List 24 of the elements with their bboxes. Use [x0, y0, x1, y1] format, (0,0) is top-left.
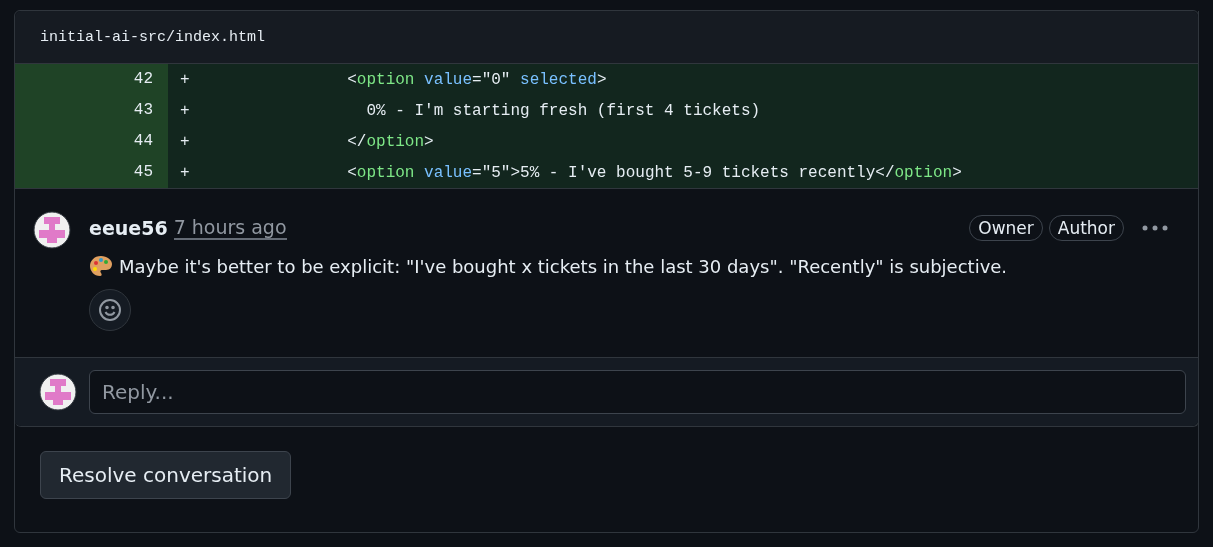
comment-body: Maybe it's better to be explicit: "I've bought x tickets in the last 30 days". "Recently" is subjective. — [119, 255, 1008, 277]
code-line: <option value="5">5% - I've bought 5-9 tickets recently</option> — [346, 163, 962, 182]
reply-field[interactable]: Reply... — [89, 370, 1186, 414]
line-number: 45 — [15, 157, 168, 188]
diff-marker: + — [180, 163, 191, 182]
line-number: 44 — [15, 126, 168, 157]
avatar-icon — [33, 211, 71, 249]
diff-marker: + — [180, 70, 191, 89]
code-line: <option value="0" selected> — [346, 70, 607, 89]
add-reaction-button[interactable] — [89, 289, 131, 331]
diff-marker: + — [180, 132, 191, 151]
palette-icon — [89, 255, 113, 277]
diff-marker: + — [180, 101, 191, 120]
comment-time[interactable]: 7 hours ago — [173, 216, 287, 240]
resolve-conversation-button[interactable]: Resolve conversation — [40, 451, 292, 499]
more-icon[interactable] — [1142, 225, 1168, 231]
line-number: 43 — [15, 95, 168, 126]
smiley-icon — [98, 298, 122, 322]
file-path: initial-ai-src/index.html — [40, 28, 266, 46]
code-line: </option> — [346, 132, 434, 151]
comment-author[interactable]: eeue56 — [89, 217, 168, 239]
code-line: 0% - I'm starting fresh (first 4 tickets) — [365, 101, 761, 120]
line-number: 42 — [15, 64, 168, 95]
avatar-icon — [39, 373, 77, 411]
